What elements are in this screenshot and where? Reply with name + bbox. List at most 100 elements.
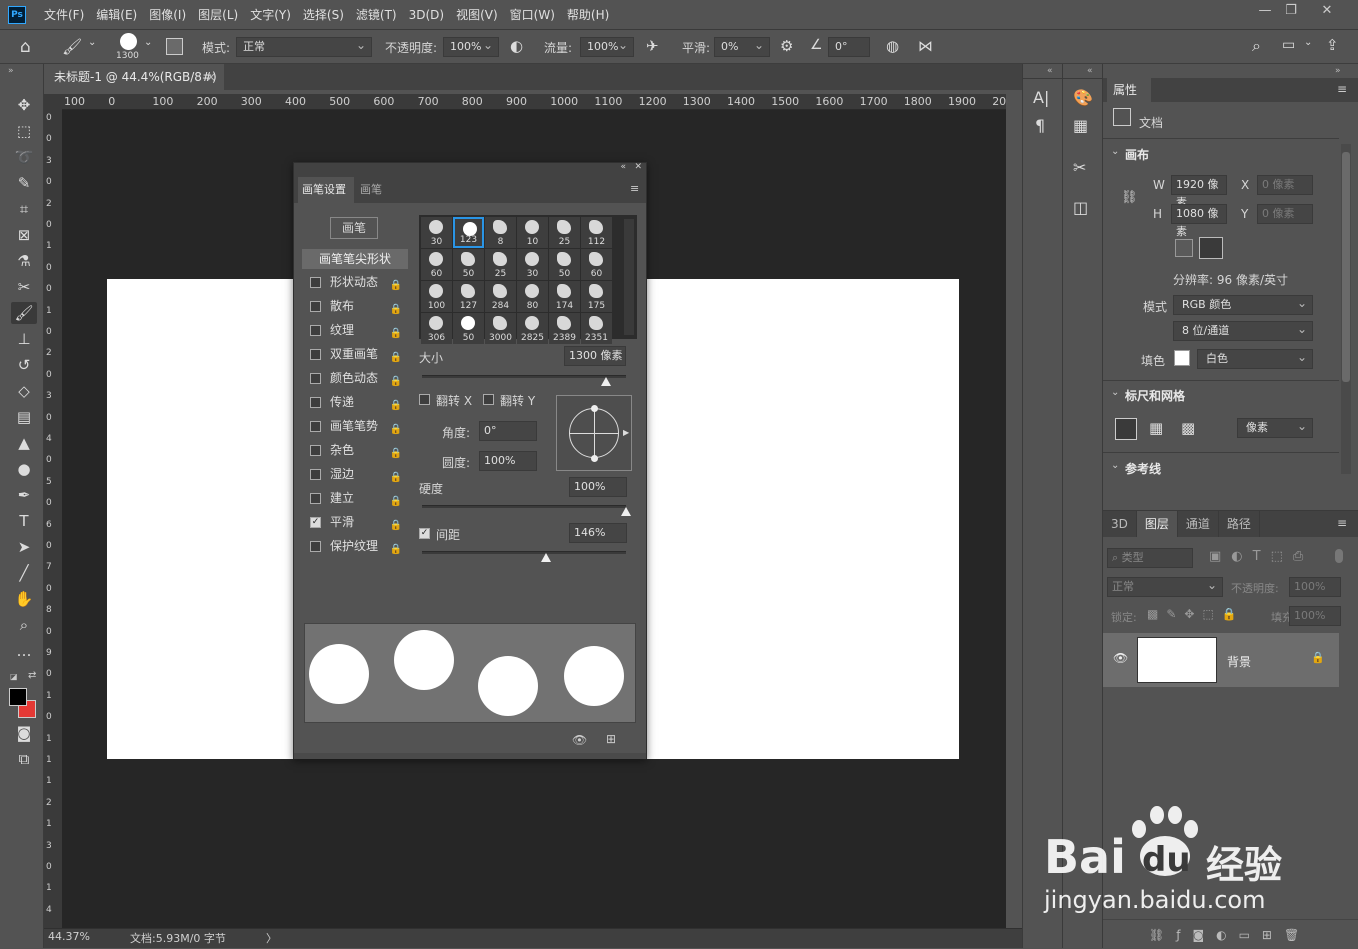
lock-icon[interactable]: 🔒 xyxy=(390,275,402,297)
tab-properties[interactable]: 属性 xyxy=(1107,78,1151,102)
lock-icon[interactable]: 🔒 xyxy=(390,299,402,321)
brush-preset[interactable]: 123 xyxy=(453,217,484,248)
collapse-icon[interactable]: » xyxy=(1335,66,1341,76)
spacing-field[interactable]: 146% xyxy=(569,523,627,543)
size-slider[interactable] xyxy=(422,375,626,378)
brush-preset[interactable]: 30 xyxy=(421,217,452,248)
spacing-checkbox[interactable]: ✓ xyxy=(419,528,430,539)
close-window-button[interactable]: ✕ xyxy=(1310,0,1344,24)
brush-preset[interactable]: 50 xyxy=(453,249,484,280)
close-icon[interactable]: ✕ xyxy=(634,162,642,172)
angle-field[interactable]: 0° xyxy=(479,421,537,441)
fill-color-swatch[interactable] xyxy=(1174,350,1190,366)
color-palette-icon[interactable]: 🎨 xyxy=(1073,88,1093,107)
brush-option-checkbox[interactable] xyxy=(310,421,321,432)
brush-preset[interactable]: 100 xyxy=(421,281,452,312)
brush-option-item[interactable]: 颜色动态 🔒 xyxy=(302,367,408,389)
menu-item[interactable]: 图层(L) xyxy=(192,0,244,30)
ruler-toggle-icon[interactable] xyxy=(1115,418,1137,440)
brush-preset[interactable]: 2389 xyxy=(549,313,580,344)
brush-option-item[interactable]: 建立 🔒 xyxy=(302,487,408,509)
rulers-grids-title[interactable]: 标尺和网格 xyxy=(1125,387,1185,404)
brush-option-item[interactable]: 双重画笔 🔒 xyxy=(302,343,408,365)
flip-y-checkbox[interactable] xyxy=(483,394,494,405)
smoothing-field[interactable]: 0% xyxy=(714,36,770,57)
scrollbar-thumb[interactable] xyxy=(1342,152,1350,382)
lock-icon[interactable]: 🔒 xyxy=(390,491,402,513)
close-tab-icon[interactable]: × xyxy=(206,64,216,90)
zoom-tool-icon[interactable]: ⌕ xyxy=(11,614,37,636)
character-panel-icon[interactable]: A| xyxy=(1033,88,1049,107)
hardness-field[interactable]: 100% xyxy=(569,477,627,497)
history-brush-tool-icon[interactable]: ↺ xyxy=(11,354,37,376)
flip-x-checkbox[interactable] xyxy=(419,394,430,405)
default-colors-icon[interactable]: ◪ xyxy=(10,672,18,681)
brush-preset[interactable]: 10 xyxy=(517,217,548,248)
collapse-icon[interactable]: « xyxy=(1087,66,1093,76)
chevron-down-icon[interactable]: ⌄ xyxy=(1111,387,1119,398)
blend-mode-select[interactable]: 正常 xyxy=(1107,576,1223,597)
grid-toggle-icon[interactable]: ▦ xyxy=(1149,419,1163,437)
lasso-tool-icon[interactable]: ➰ xyxy=(11,146,37,168)
document-tab[interactable]: 未标题-1 @ 44.4%(RGB/8#) × xyxy=(46,64,224,90)
landscape-orientation-icon[interactable] xyxy=(1199,237,1223,259)
size-field[interactable]: 1300 像素 xyxy=(564,346,626,366)
roundness-field[interactable]: 100% xyxy=(479,451,537,471)
brush-option-checkbox[interactable] xyxy=(310,445,321,456)
toggle-preview-icon[interactable]: 👁 xyxy=(572,733,587,747)
hardness-slider[interactable] xyxy=(422,505,626,508)
angle-arrow-icon[interactable]: ▶ xyxy=(623,428,629,437)
healing-tool-icon[interactable]: ✂ xyxy=(11,276,37,298)
hardness-slider-knob[interactable] xyxy=(621,507,631,516)
brush-preset[interactable]: 8 xyxy=(485,217,516,248)
lock-icon[interactable]: 🔒 xyxy=(390,323,402,345)
spacing-slider-knob[interactable] xyxy=(541,553,552,562)
y-field[interactable]: 0 像素 xyxy=(1257,204,1313,224)
x-field[interactable]: 0 像素 xyxy=(1257,175,1313,195)
brush-option-item[interactable]: 形状动态 🔒 xyxy=(302,271,408,293)
pressure-size-icon[interactable]: ◍ xyxy=(886,37,899,55)
panel-resize-handle[interactable] xyxy=(294,753,646,759)
layers-tab[interactable]: 通道 xyxy=(1178,511,1219,537)
lock-icon[interactable]: 🔒 xyxy=(390,419,402,441)
home-icon[interactable]: ⌂ xyxy=(20,37,31,57)
brush-tool-icon[interactable]: 🖌 xyxy=(62,37,82,56)
brush-preset[interactable]: 2825 xyxy=(517,313,548,344)
brush-tip-shape-item[interactable]: 画笔笔尖形状 xyxy=(302,249,408,269)
width-field[interactable]: 1920 像素 xyxy=(1171,175,1227,209)
foreground-color-swatch[interactable] xyxy=(9,688,27,706)
brush-preset[interactable]: 306 xyxy=(421,313,452,344)
height-field[interactable]: 1080 像素 xyxy=(1171,204,1227,238)
brush-angle-field[interactable]: 0° xyxy=(828,37,870,57)
layer-filter-select[interactable]: ⌕ 类型 xyxy=(1107,548,1193,568)
brush-preset[interactable]: 2351 xyxy=(581,313,612,344)
brush-tool-icon[interactable]: 🖌 xyxy=(11,302,37,324)
collapse-icon[interactable]: « xyxy=(620,162,626,172)
roundness-handle[interactable] xyxy=(591,455,598,462)
brush-preset[interactable]: 60 xyxy=(581,249,612,280)
chevron-down-icon[interactable]: ⌄ xyxy=(144,37,152,48)
lock-icon[interactable]: 🔒 xyxy=(390,443,402,465)
brush-presets-grid[interactable]: 30 123 8 10 25 112 60 50 25 30 50 60 100 127 284 80 174 1… xyxy=(419,215,637,344)
stamp-tool-icon[interactable]: ⊥ xyxy=(11,328,37,350)
collapse-icon[interactable]: « xyxy=(1047,66,1053,76)
brush-preset[interactable]: 80 xyxy=(517,281,548,312)
pressure-opacity-icon[interactable]: ◐ xyxy=(510,37,523,55)
menu-item[interactable]: 文件(F) xyxy=(38,0,90,30)
menu-item[interactable]: 帮助(H) xyxy=(561,0,615,30)
brush-option-item[interactable]: 散布 🔒 xyxy=(302,295,408,317)
angle-roundness-widget[interactable]: ▶ xyxy=(556,395,632,471)
filter-toggle[interactable] xyxy=(1335,549,1343,563)
move-tool-icon[interactable]: ✥ xyxy=(11,94,37,116)
brush-panel-toggle-icon[interactable] xyxy=(166,38,183,55)
brush-option-checkbox[interactable] xyxy=(310,469,321,480)
chevron-down-icon[interactable]: ⌄ xyxy=(1111,460,1119,471)
layers-tab[interactable]: 路径 xyxy=(1219,511,1260,537)
lock-icon[interactable]: 🔒 xyxy=(390,515,402,537)
layers-tab[interactable]: 图层 xyxy=(1136,511,1178,537)
lock-icon[interactable]: 🔒 xyxy=(390,371,402,393)
menu-item[interactable]: 3D(D) xyxy=(403,0,450,30)
lock-icon[interactable]: 🔒 xyxy=(390,467,402,489)
workspace-icon[interactable]: ▭ xyxy=(1282,37,1295,53)
chevron-down-icon[interactable]: ⌄ xyxy=(88,37,96,48)
